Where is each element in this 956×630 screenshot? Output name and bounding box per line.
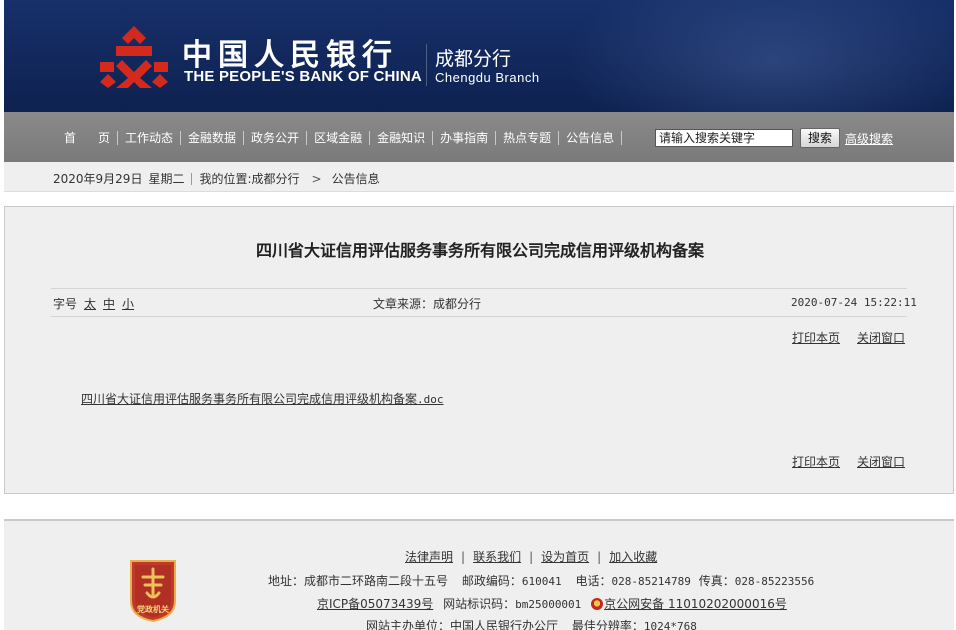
article-actions-bottom: 打印本页 关闭窗口 [792, 453, 905, 470]
bank-name-en: THE PEOPLE'S BANK OF CHINA [184, 68, 422, 85]
breadcrumb-current[interactable]: 公告信息 [332, 170, 380, 187]
article-datetime: 2020-07-24 15:22:11 [791, 296, 917, 309]
font-size-medium[interactable]: 中 [103, 295, 115, 312]
font-size-label: 字号 [53, 297, 78, 311]
footer-fax: 028-85223556 [734, 575, 815, 588]
footer-host: 网站主办单位：中国人民银行办公厅 [366, 619, 559, 630]
pboc-logo-icon[interactable] [94, 22, 174, 92]
footer: 党政机关 法律声明 | 联系我们 | 设为首页 | 加入收藏 地址：成都市二环路… [4, 519, 954, 630]
nav-item-hot-topics[interactable]: 热点专题 [503, 129, 551, 146]
footer-divider: | [597, 549, 602, 564]
branch-divider [426, 44, 427, 86]
footer-link-set-homepage[interactable]: 设为首页 [541, 548, 589, 565]
footer-divider: | [461, 549, 466, 564]
close-window-link[interactable]: 关闭窗口 [857, 329, 905, 346]
nav-item-financial-data[interactable]: 金融数据 [188, 129, 236, 146]
nav-divider [558, 130, 560, 145]
attachment-ext: .doc [417, 393, 444, 406]
footer-host-line: 网站主办单位：中国人民银行办公厅 最佳分辨率：1024*768 [366, 617, 697, 630]
font-size-small[interactable]: 小 [122, 295, 134, 312]
nav-item-government-affairs[interactable]: 政务公开 [251, 129, 299, 146]
badge-lettering: 党政机关 [137, 604, 169, 614]
nav-item-financial-knowledge[interactable]: 金融知识 [377, 129, 425, 146]
footer-link-bookmark[interactable]: 加入收藏 [609, 548, 657, 565]
footer-phone-label: 电话： [575, 574, 612, 588]
main-nav: 首页 工作动态 金融数据 政务公开 区域金融 金融知识 办事指南 热点专题 公告… [4, 112, 954, 162]
footer-postcode: 610041 [521, 575, 562, 588]
print-page-link[interactable]: 打印本页 [792, 453, 840, 470]
attachment-link[interactable]: 四川省大证信用评估服务事务所有限公司完成信用评级机构备案.doc [81, 390, 444, 407]
nav-item-home[interactable]: 首页 [64, 129, 132, 146]
police-badge-icon [591, 598, 604, 610]
branch-name-cn: 成都分行 [435, 48, 512, 70]
breadcrumb-inner: 2020年9月29日 星期二 我的位置:成都分行 > 公告信息 [53, 170, 380, 187]
article-actions-top: 打印本页 关闭窗口 [792, 329, 905, 346]
font-size-large[interactable]: 太 [84, 295, 96, 312]
footer-link-contact[interactable]: 联系我们 [473, 548, 521, 565]
current-weekday: 星期二 [148, 172, 185, 186]
nav-item-announcements[interactable]: 公告信息 [566, 129, 614, 146]
chevron-right-icon: > [311, 171, 322, 186]
breadcrumb-location[interactable]: 我的位置:成都分行 [199, 170, 299, 187]
footer-links: 法律声明 | 联系我们 | 设为首页 | 加入收藏 [405, 548, 657, 565]
footer-police-link[interactable]: 京公网安备 11010202000016号 [604, 597, 787, 611]
footer-registration-line: 京ICP备05073439号 网站标识码：bm25000001 京公网安备 11… [317, 595, 787, 612]
current-date: 2020年9月29日 [53, 172, 143, 186]
nav-item-work-news[interactable]: 工作动态 [125, 129, 173, 146]
footer-address-line: 地址：成都市二环路南二段十五号 邮政编码：610041 电话：028-85214… [268, 572, 814, 589]
article-title: 四川省大证信用评估服务事务所有限公司完成信用评级机构备案 [255, 241, 704, 260]
nav-divider [369, 130, 371, 145]
close-window-link[interactable]: 关闭窗口 [857, 453, 905, 470]
branch-name-en: Chengdu Branch [435, 70, 540, 85]
footer-link-legal[interactable]: 法律声明 [405, 548, 453, 565]
nav-divider [432, 130, 434, 145]
footer-site-id: bm25000001 [515, 598, 582, 611]
divider-line [51, 316, 907, 317]
print-page-link[interactable]: 打印本页 [792, 329, 840, 346]
party-government-badge-icon[interactable]: 党政机关 [127, 557, 179, 623]
footer-icp-link[interactable]: 京ICP备05073439号 [317, 597, 433, 611]
footer-resolution-label: 最佳分辨率： [571, 619, 644, 630]
footer-postcode-label: 邮政编码： [461, 574, 522, 588]
attachment-name: 四川省大证信用评估服务事务所有限公司完成信用评级机构备案 [81, 392, 418, 406]
footer-divider: | [529, 549, 534, 564]
advanced-search-link[interactable]: 高级搜索 [845, 130, 893, 147]
banner-glow [564, 0, 954, 112]
footer-phone: 028-85214789 [611, 575, 691, 588]
article-source: 文章来源：成都分行 [373, 297, 482, 311]
footer-resolution: 1024*768 [643, 620, 697, 630]
nav-items: 首页 工作动态 金融数据 政务公开 区域金融 金融知识 办事指南 热点专题 公告… [64, 129, 629, 146]
header-banner: 中国人民银行 THE PEOPLE'S BANK OF CHINA 成都分行 C… [4, 0, 954, 112]
font-size-controls: 字号 太 中 小 [53, 295, 134, 312]
footer-address: 地址：成都市二环路南二段十五号 [268, 574, 449, 588]
nav-divider [621, 130, 623, 145]
nav-divider [117, 130, 119, 145]
search-input[interactable] [655, 129, 793, 147]
nav-divider [243, 130, 245, 145]
footer-site-id-label: 网站标识码： [443, 597, 516, 611]
nav-divider [495, 130, 497, 145]
footer-fax-label: 传真： [698, 574, 735, 588]
nav-item-service-guide[interactable]: 办事指南 [440, 129, 488, 146]
nav-item-regional-finance[interactable]: 区域金融 [314, 129, 362, 146]
article-panel: 四川省大证信用评估服务事务所有限公司完成信用评级机构备案 字号 太 中 小 文章… [4, 206, 954, 494]
nav-divider [180, 130, 182, 145]
divider-line [51, 288, 907, 289]
breadcrumb: 2020年9月29日 星期二 我的位置:成都分行 > 公告信息 [4, 162, 954, 192]
nav-divider [306, 130, 308, 145]
search-button[interactable]: 搜索 [800, 128, 840, 148]
breadcrumb-divider [191, 172, 193, 185]
